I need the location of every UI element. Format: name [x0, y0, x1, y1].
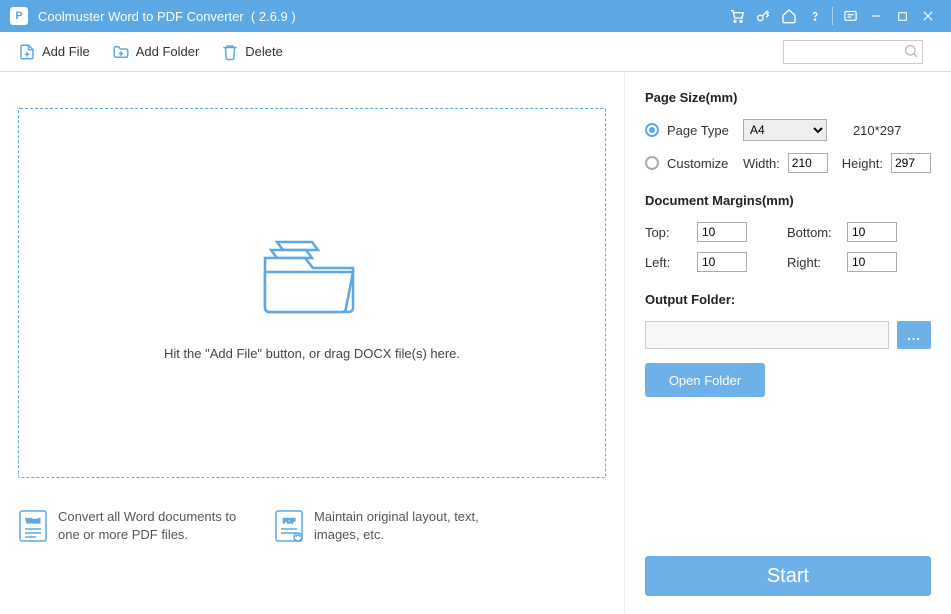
margin-left-label: Left: [645, 255, 697, 270]
delete-icon [221, 43, 239, 61]
start-button[interactable]: Start [645, 556, 931, 596]
dropzone-hint: Hit the "Add File" button, or drag DOCX … [164, 346, 460, 361]
page-size-heading: Page Size(mm) [645, 90, 931, 105]
margin-top-input[interactable] [697, 222, 747, 242]
search-input[interactable] [783, 40, 923, 64]
output-heading: Output Folder: [645, 292, 931, 307]
right-panel: Page Size(mm) Page Type A4 210*297 Custo… [625, 72, 951, 614]
dropzone[interactable]: Hit the "Add File" button, or drag DOCX … [18, 108, 606, 478]
height-label: Height: [842, 156, 883, 171]
key-icon[interactable] [750, 0, 776, 32]
maximize-icon[interactable] [889, 0, 915, 32]
app-logo-icon: P [10, 7, 28, 25]
page-type-select[interactable]: A4 [743, 119, 827, 141]
cart-icon[interactable] [724, 0, 750, 32]
minimize-icon[interactable] [863, 0, 889, 32]
add-folder-label: Add Folder [136, 44, 200, 59]
open-folder-button[interactable]: Open Folder [645, 363, 765, 397]
browse-button[interactable]: ... [897, 321, 931, 349]
add-file-button[interactable]: Add File [18, 43, 90, 61]
home-icon[interactable] [776, 0, 802, 32]
margin-left-input[interactable] [697, 252, 747, 272]
delete-button[interactable]: Delete [221, 43, 283, 61]
page-type-dims: 210*297 [853, 123, 901, 138]
add-file-icon [18, 43, 36, 61]
margin-right-label: Right: [787, 255, 847, 270]
app-title: Coolmuster Word to PDF Converter ( 2.6.9… [38, 9, 296, 24]
delete-label: Delete [245, 44, 283, 59]
svg-text:Word: Word [26, 519, 40, 525]
width-label: Width: [743, 156, 780, 171]
info-maintain-text: Maintain original layout, text, images, … [314, 508, 514, 544]
titlebar: P Coolmuster Word to PDF Converter ( 2.6… [0, 0, 951, 32]
output-path-input[interactable] [645, 321, 889, 349]
search-wrap [783, 40, 923, 64]
margin-bottom-input[interactable] [847, 222, 897, 242]
page-type-label: Page Type [667, 123, 735, 138]
customize-label: Customize [667, 156, 735, 171]
feedback-icon[interactable] [837, 0, 863, 32]
add-folder-icon [112, 43, 130, 61]
margins-heading: Document Margins(mm) [645, 193, 931, 208]
info-convert-text: Convert all Word documents to one or mor… [58, 508, 258, 544]
pdf-doc-icon: PDF [274, 509, 304, 543]
width-input[interactable] [788, 153, 828, 173]
add-file-label: Add File [42, 44, 90, 59]
search-icon[interactable] [903, 43, 919, 59]
folder-illustration-icon [257, 226, 367, 316]
toolbar: Add File Add Folder Delete [0, 32, 951, 72]
close-icon[interactable] [915, 0, 941, 32]
info-row: Word Convert all Word documents to one o… [18, 508, 606, 544]
margin-bottom-label: Bottom: [787, 225, 847, 240]
svg-text:PDF: PDF [283, 519, 295, 525]
height-input[interactable] [891, 153, 931, 173]
page-type-radio[interactable] [645, 123, 659, 137]
help-icon[interactable] [802, 0, 828, 32]
left-panel: Hit the "Add File" button, or drag DOCX … [0, 72, 625, 614]
customize-radio[interactable] [645, 156, 659, 170]
margin-right-input[interactable] [847, 252, 897, 272]
word-doc-icon: Word [18, 509, 48, 543]
margin-top-label: Top: [645, 225, 697, 240]
add-folder-button[interactable]: Add Folder [112, 43, 200, 61]
